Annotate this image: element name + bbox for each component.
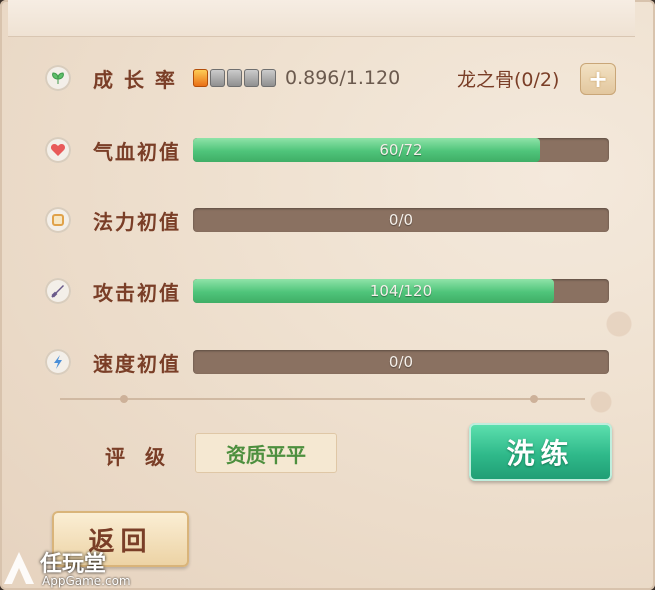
dragon-bone-label: 龙之骨(0/2) bbox=[457, 68, 560, 91]
lightning-icon bbox=[45, 349, 71, 375]
stat-value: 0/0 bbox=[388, 353, 414, 371]
growth-row: 成 长 率 0.896/1.120 龙之骨(0/2) + bbox=[45, 63, 625, 95]
rating-value-text: 资质平平 bbox=[226, 442, 306, 467]
sword-icon bbox=[45, 278, 71, 304]
growth-gem bbox=[244, 69, 259, 87]
stat-row-mana: 法力初值 0/0 bbox=[45, 205, 615, 235]
divider-ornament bbox=[530, 395, 538, 403]
panel-top-frame bbox=[8, 0, 635, 37]
stat-row-hp: 气血初值 60/72 bbox=[45, 135, 615, 165]
plus-icon: + bbox=[587, 65, 609, 93]
heart-icon bbox=[45, 137, 71, 163]
rating-value: 资质平平 bbox=[195, 433, 337, 473]
stat-bar: 0/0 bbox=[193, 208, 609, 232]
stat-row-attack: 攻击初值 104/120 bbox=[45, 276, 615, 306]
attribute-panel: 成 长 率 0.896/1.120 龙之骨(0/2) + 气血初值 60/72 … bbox=[0, 0, 655, 590]
watermark-logo-icon bbox=[4, 552, 34, 584]
growth-gem bbox=[193, 69, 208, 87]
stat-value: 104/120 bbox=[369, 282, 433, 300]
stat-value: 0/0 bbox=[388, 211, 414, 229]
stat-value: 60/72 bbox=[379, 141, 423, 159]
mana-icon bbox=[45, 207, 71, 233]
growth-gem bbox=[261, 69, 276, 87]
stat-label: 气血初值 bbox=[93, 139, 181, 164]
growth-label: 成 长 率 bbox=[93, 67, 177, 92]
watermark-site: AppGame.com bbox=[42, 574, 131, 588]
stat-label: 速度初值 bbox=[93, 351, 181, 376]
growth-gems bbox=[193, 69, 278, 87]
section-divider bbox=[60, 395, 585, 403]
leaf-icon bbox=[45, 65, 71, 91]
stat-row-speed: 速度初值 0/0 bbox=[45, 347, 615, 377]
refine-button[interactable]: 洗练 bbox=[469, 423, 612, 481]
stat-label: 法力初值 bbox=[93, 209, 181, 234]
rating-label: 评 级 bbox=[105, 445, 165, 469]
growth-gem bbox=[227, 69, 242, 87]
stat-bar: 0/0 bbox=[193, 350, 609, 374]
watermark: 任玩堂 AppGame.com bbox=[0, 546, 170, 590]
growth-gem bbox=[210, 69, 225, 87]
refine-button-label: 洗练 bbox=[506, 437, 575, 470]
stat-bar: 104/120 bbox=[193, 279, 609, 303]
growth-value: 0.896/1.120 bbox=[285, 67, 401, 89]
stat-bar: 60/72 bbox=[193, 138, 609, 162]
divider-ornament bbox=[120, 395, 128, 403]
stat-label: 攻击初值 bbox=[93, 280, 181, 305]
add-dragon-bone-button[interactable]: + bbox=[580, 63, 616, 95]
